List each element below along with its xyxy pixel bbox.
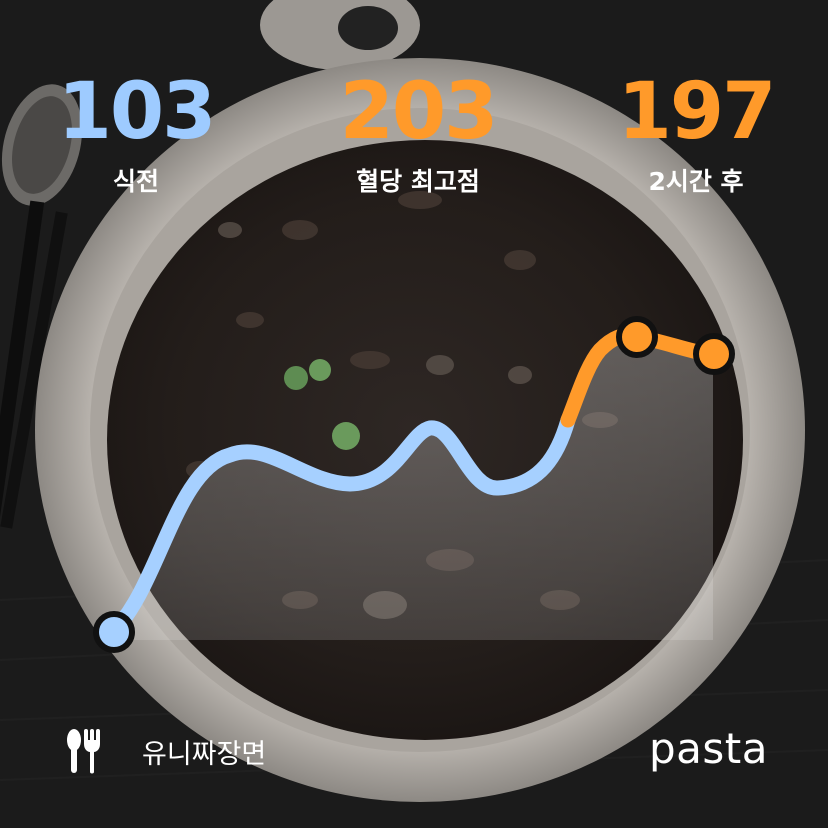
stat-peak: 203 혈당 최고점 xyxy=(308,70,528,198)
stat-after-label: 2시간 후 xyxy=(648,167,744,196)
stat-peak-value: 203 xyxy=(339,67,499,157)
food-tag: 유니짜장면 xyxy=(66,728,266,774)
utensils-icon xyxy=(67,729,100,774)
stat-after-value: 197 xyxy=(617,67,777,157)
brand-logo: pasta xyxy=(649,724,768,773)
marker-after xyxy=(693,333,735,375)
food-name: 유니짜장면 xyxy=(142,738,267,770)
stat-before-meal: 103 식전 xyxy=(26,70,246,198)
stat-after-2h: 197 2시간 후 xyxy=(586,70,806,198)
stat-peak-label: 혈당 최고점 xyxy=(356,167,480,196)
marker-before xyxy=(93,611,135,653)
marker-peak xyxy=(616,316,658,358)
stat-before-value: 103 xyxy=(57,67,217,157)
stat-before-label: 식전 xyxy=(112,167,159,196)
